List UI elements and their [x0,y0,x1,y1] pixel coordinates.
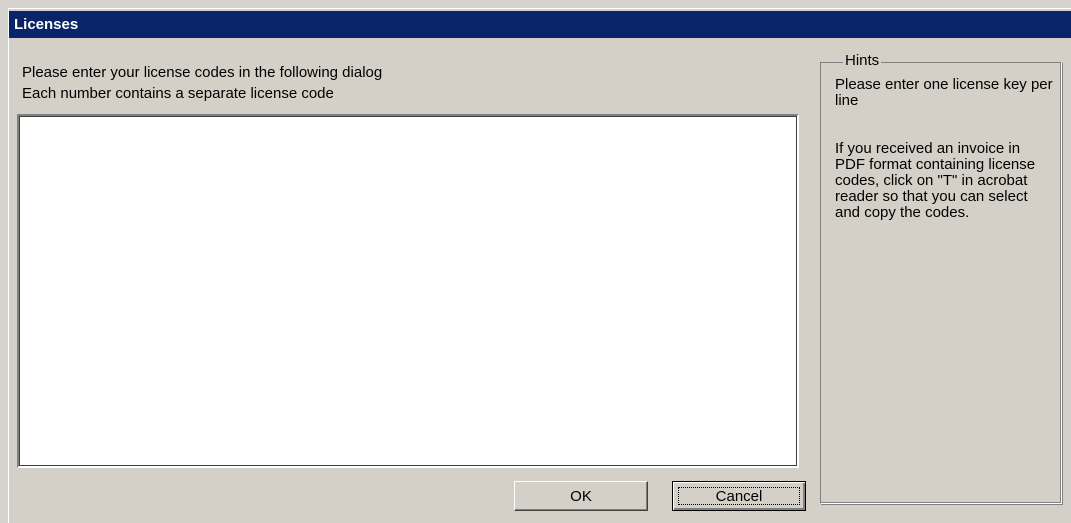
cancel-button-label: Cancel [715,487,763,505]
instruction-text-1: Please enter your license codes in the f… [22,64,383,81]
hint-one-key-per-line: Please enter one license key per line [835,76,1053,109]
cancel-button[interactable]: Cancel [672,481,806,511]
hints-body: Please enter one license key per line If… [835,77,1053,221]
ok-button-label: OK [570,487,592,505]
hints-legend: Hints [843,52,882,69]
licenses-dialog: Licenses Please enter your license codes… [0,0,1071,523]
hints-groupbox: Hints Please enter one license key per l… [820,52,1062,504]
hint-pdf-invoice: If you received an invoice in PDF format… [835,140,1036,221]
license-codes-input[interactable] [17,114,799,468]
title-bar[interactable]: Licenses [9,11,1071,38]
window-title: Licenses [14,16,79,33]
ok-button[interactable]: OK [514,481,648,511]
instruction-text-2: Each number contains a separate license … [22,85,334,102]
